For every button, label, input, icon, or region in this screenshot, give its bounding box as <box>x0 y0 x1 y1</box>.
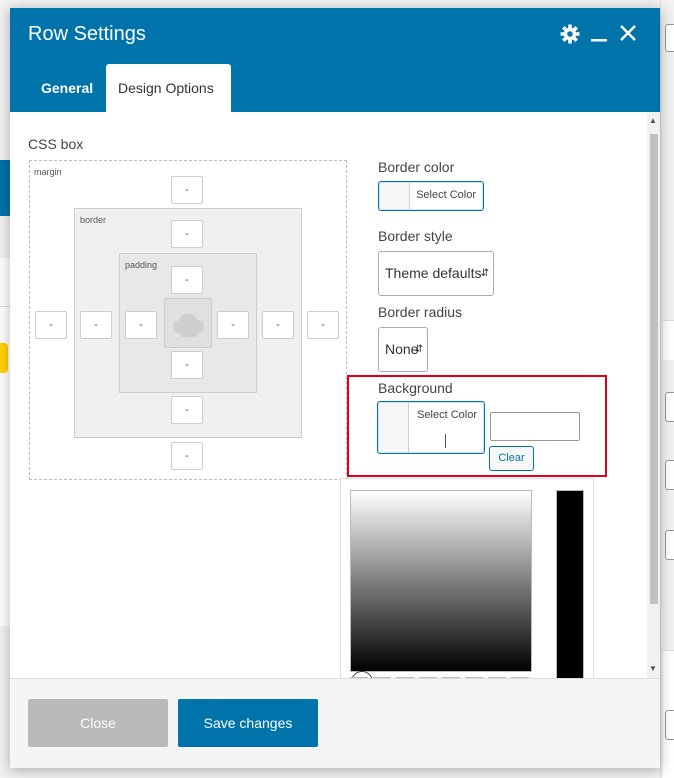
border-style-select[interactable]: Theme defaults ⇵ <box>378 251 494 296</box>
border-style-value: Theme defaults <box>385 265 482 281</box>
background-color-button[interactable]: Select Color <box>377 401 485 454</box>
border-color-button-label: Select Color <box>416 189 476 201</box>
border-radius-label: Border radius <box>378 304 463 320</box>
border-label: border <box>80 215 107 225</box>
css-box-content <box>164 298 212 348</box>
background-input <box>665 460 674 490</box>
margin-bottom-input[interactable]: - <box>171 442 203 470</box>
background-yellow-button <box>0 343 8 373</box>
color-picker-gradient[interactable] <box>350 490 532 678</box>
modal-body: CSS box margin border padding - - - - - … <box>10 112 660 678</box>
background-panel <box>663 320 674 360</box>
close-button[interactable]: Close <box>28 699 168 747</box>
border-color-swatch <box>380 183 410 209</box>
text-caret <box>445 434 446 448</box>
padding-top-input[interactable]: - <box>171 266 203 294</box>
background-input <box>665 710 674 740</box>
modal-footer: Close Save changes <box>10 678 660 768</box>
border-right-input[interactable]: - <box>262 311 294 339</box>
content-placeholder-icon <box>173 314 204 337</box>
background-input <box>665 530 674 560</box>
row-settings-modal: Row Settings General Design Options CSS … <box>10 8 660 768</box>
background-color-button-label: Select Color <box>417 409 477 421</box>
padding-left-input[interactable]: - <box>125 311 157 339</box>
modal-title: Row Settings <box>28 23 146 45</box>
background-input <box>665 392 674 422</box>
tab-general[interactable]: General <box>29 64 105 112</box>
background-hex-input[interactable] <box>490 412 580 441</box>
chevron-updown-icon: ⇵ <box>414 344 423 355</box>
border-color-label: Border color <box>378 159 455 175</box>
tab-design-options[interactable]: Design Options <box>106 64 231 112</box>
save-changes-button[interactable]: Save changes <box>178 699 318 747</box>
border-color-button[interactable]: Select Color <box>378 181 484 211</box>
padding-bottom-input[interactable]: - <box>171 351 203 379</box>
border-top-input[interactable]: - <box>171 220 203 248</box>
chevron-updown-icon: ⇵ <box>480 268 489 279</box>
gear-icon[interactable] <box>560 24 580 49</box>
scroll-down-arrow-icon[interactable]: ▼ <box>649 664 657 673</box>
color-picker-hue-strip[interactable] <box>556 490 584 678</box>
margin-right-input[interactable]: - <box>307 311 339 339</box>
border-radius-select[interactable]: None ⇵ <box>378 327 428 372</box>
scroll-up-arrow-icon[interactable]: ▲ <box>649 116 657 125</box>
margin-top-input[interactable]: - <box>171 176 203 204</box>
border-bottom-input[interactable]: - <box>171 396 203 424</box>
border-left-input[interactable]: - <box>80 311 112 339</box>
background-page-right <box>660 0 674 778</box>
background-color-swatch <box>379 403 409 452</box>
modal-header: Row Settings General Design Options <box>10 8 660 112</box>
css-box-title: CSS box <box>28 136 84 152</box>
scroll-thumb[interactable] <box>650 134 658 604</box>
margin-label: margin <box>34 167 62 177</box>
border-radius-value: None <box>385 341 419 357</box>
color-picker <box>340 478 594 678</box>
background-clear-button[interactable]: Clear <box>489 446 534 471</box>
border-style-label: Border style <box>378 228 453 244</box>
background-label: Background <box>378 380 453 396</box>
padding-label: padding <box>125 260 158 270</box>
close-icon[interactable] <box>618 22 638 49</box>
padding-right-input[interactable]: - <box>217 311 249 339</box>
modal-scrollbar[interactable]: ▲ ▼ <box>647 112 660 678</box>
minimize-icon[interactable] <box>590 22 608 49</box>
background-input <box>665 24 674 52</box>
margin-left-input[interactable]: - <box>35 311 67 339</box>
